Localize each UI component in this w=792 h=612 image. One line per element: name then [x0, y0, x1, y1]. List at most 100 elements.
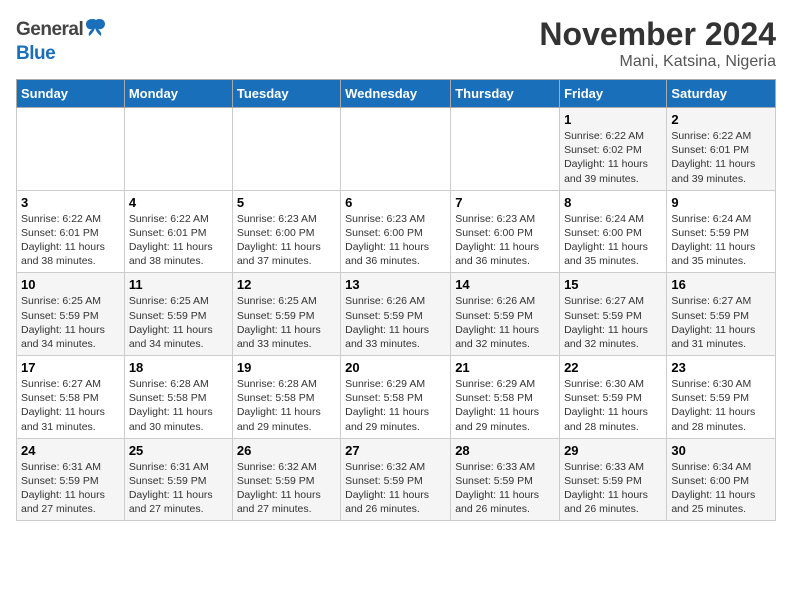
- table-row: 7 Sunrise: 6:23 AMSunset: 6:00 PMDaylight…: [451, 190, 560, 273]
- table-row: 18Sunrise: 6:28 AMSunset: 5:58 PMDayligh…: [124, 356, 232, 439]
- day-info: Sunrise: 6:23 AMSunset: 6:00 PMDaylight:…: [237, 212, 336, 269]
- day-info: Sunrise: 6:27 AMSunset: 5:58 PMDaylight:…: [21, 377, 120, 434]
- day-info: Sunrise: 6:29 AMSunset: 5:58 PMDaylight:…: [455, 377, 555, 434]
- table-row: 28 Sunrise: 6:33 AMSunset: 5:59 PMDayligh…: [451, 438, 560, 521]
- day-info: Sunrise: 6:26 AMSunset: 5:59 PMDaylight:…: [455, 294, 555, 351]
- table-row: [451, 108, 560, 191]
- day-info: Sunrise: 6:23 AMSunset: 6:00 PMDaylight:…: [345, 212, 446, 269]
- table-row: 5 Sunrise: 6:23 AMSunset: 6:00 PMDaylight…: [232, 190, 340, 273]
- calendar-week-row: 1Sunrise: 6:22 AMSunset: 6:02 PMDaylight…: [17, 108, 776, 191]
- header-sunday: Sunday: [17, 80, 125, 108]
- calendar-week-row: 24 Sunrise: 6:31 AMSunset: 5:59 PMDayligh…: [17, 438, 776, 521]
- table-row: [232, 108, 340, 191]
- day-number: 23: [671, 360, 771, 375]
- page-header: General Blue November 2024 Mani, Katsina…: [16, 16, 776, 71]
- table-row: 17 Sunrise: 6:27 AMSunset: 5:58 PMDayligh…: [17, 356, 125, 439]
- table-row: 27 Sunrise: 6:32 AMSunset: 5:59 PMDayligh…: [341, 438, 451, 521]
- day-number: 24: [21, 443, 120, 458]
- day-info: Sunrise: 6:26 AMSunset: 5:59 PMDaylight:…: [345, 294, 446, 351]
- day-number: 5: [237, 195, 336, 210]
- day-number: 13: [345, 277, 446, 292]
- day-number: 30: [671, 443, 771, 458]
- day-number: 2: [671, 112, 771, 127]
- logo-general: General: [16, 19, 83, 41]
- day-info: Sunrise: 6:30 AMSunset: 5:59 PMDaylight:…: [564, 377, 662, 434]
- calendar-week-row: 17 Sunrise: 6:27 AMSunset: 5:58 PMDayligh…: [17, 356, 776, 439]
- logo: General Blue: [16, 16, 107, 65]
- day-info: Sunrise: 6:25 AMSunset: 5:59 PMDaylight:…: [21, 294, 120, 351]
- day-info: Sunrise: 6:22 AMSunset: 6:01 PMDaylight:…: [129, 212, 228, 269]
- day-number: 20: [345, 360, 446, 375]
- day-number: 21: [455, 360, 555, 375]
- month-title: November 2024: [539, 16, 776, 53]
- calendar-week-row: 3 Sunrise: 6:22 AMSunset: 6:01 PMDaylight…: [17, 190, 776, 273]
- table-row: 16Sunrise: 6:27 AMSunset: 5:59 PMDayligh…: [667, 273, 776, 356]
- table-row: 8 Sunrise: 6:24 AMSunset: 6:00 PMDaylight…: [560, 190, 667, 273]
- day-info: Sunrise: 6:23 AMSunset: 6:00 PMDaylight:…: [455, 212, 555, 269]
- calendar-week-row: 10 Sunrise: 6:25 AMSunset: 5:59 PMDayligh…: [17, 273, 776, 356]
- day-info: Sunrise: 6:29 AMSunset: 5:58 PMDaylight:…: [345, 377, 446, 434]
- day-number: 14: [455, 277, 555, 292]
- table-row: 24 Sunrise: 6:31 AMSunset: 5:59 PMDayligh…: [17, 438, 125, 521]
- table-row: 26Sunrise: 6:32 AMSunset: 5:59 PMDayligh…: [232, 438, 340, 521]
- day-info: Sunrise: 6:33 AMSunset: 5:59 PMDaylight:…: [564, 460, 662, 517]
- day-number: 18: [129, 360, 228, 375]
- day-number: 8: [564, 195, 662, 210]
- table-row: 9Sunrise: 6:24 AMSunset: 5:59 PMDaylight…: [667, 190, 776, 273]
- day-info: Sunrise: 6:32 AMSunset: 5:59 PMDaylight:…: [345, 460, 446, 517]
- day-info: Sunrise: 6:24 AMSunset: 5:59 PMDaylight:…: [671, 212, 771, 269]
- table-row: 25Sunrise: 6:31 AMSunset: 5:59 PMDayligh…: [124, 438, 232, 521]
- table-row: 2 Sunrise: 6:22 AMSunset: 6:01 PMDaylight…: [667, 108, 776, 191]
- table-row: 1Sunrise: 6:22 AMSunset: 6:02 PMDaylight…: [560, 108, 667, 191]
- title-section: November 2024 Mani, Katsina, Nigeria: [539, 16, 776, 71]
- day-info: Sunrise: 6:24 AMSunset: 6:00 PMDaylight:…: [564, 212, 662, 269]
- table-row: 21 Sunrise: 6:29 AMSunset: 5:58 PMDayligh…: [451, 356, 560, 439]
- day-number: 19: [237, 360, 336, 375]
- day-info: Sunrise: 6:27 AMSunset: 5:59 PMDaylight:…: [564, 294, 662, 351]
- table-row: 23 Sunrise: 6:30 AMSunset: 5:59 PMDayligh…: [667, 356, 776, 439]
- day-info: Sunrise: 6:31 AMSunset: 5:59 PMDaylight:…: [129, 460, 228, 517]
- table-row: 3 Sunrise: 6:22 AMSunset: 6:01 PMDaylight…: [17, 190, 125, 273]
- table-row: 11 Sunrise: 6:25 AMSunset: 5:59 PMDayligh…: [124, 273, 232, 356]
- day-number: 17: [21, 360, 120, 375]
- header-monday: Monday: [124, 80, 232, 108]
- table-row: 6 Sunrise: 6:23 AMSunset: 6:00 PMDaylight…: [341, 190, 451, 273]
- day-number: 1: [564, 112, 662, 127]
- table-row: [341, 108, 451, 191]
- day-number: 10: [21, 277, 120, 292]
- table-row: 15Sunrise: 6:27 AMSunset: 5:59 PMDayligh…: [560, 273, 667, 356]
- table-row: [124, 108, 232, 191]
- day-number: 28: [455, 443, 555, 458]
- day-info: Sunrise: 6:25 AMSunset: 5:59 PMDaylight:…: [129, 294, 228, 351]
- day-number: 3: [21, 195, 120, 210]
- table-row: [17, 108, 125, 191]
- header-saturday: Saturday: [667, 80, 776, 108]
- table-row: 19Sunrise: 6:28 AMSunset: 5:58 PMDayligh…: [232, 356, 340, 439]
- day-info: Sunrise: 6:31 AMSunset: 5:59 PMDaylight:…: [21, 460, 120, 517]
- day-number: 11: [129, 277, 228, 292]
- day-info: Sunrise: 6:25 AMSunset: 5:59 PMDaylight:…: [237, 294, 336, 351]
- table-row: 4 Sunrise: 6:22 AMSunset: 6:01 PMDaylight…: [124, 190, 232, 273]
- day-info: Sunrise: 6:30 AMSunset: 5:59 PMDaylight:…: [671, 377, 771, 434]
- calendar-table: Sunday Monday Tuesday Wednesday Thursday…: [16, 79, 776, 521]
- day-info: Sunrise: 6:22 AMSunset: 6:01 PMDaylight:…: [671, 129, 771, 186]
- header-tuesday: Tuesday: [232, 80, 340, 108]
- table-row: 29Sunrise: 6:33 AMSunset: 5:59 PMDayligh…: [560, 438, 667, 521]
- day-number: 6: [345, 195, 446, 210]
- day-number: 27: [345, 443, 446, 458]
- table-row: 13 Sunrise: 6:26 AMSunset: 5:59 PMDayligh…: [341, 273, 451, 356]
- day-info: Sunrise: 6:22 AMSunset: 6:01 PMDaylight:…: [21, 212, 120, 269]
- table-row: 14 Sunrise: 6:26 AMSunset: 5:59 PMDayligh…: [451, 273, 560, 356]
- header-friday: Friday: [560, 80, 667, 108]
- day-info: Sunrise: 6:34 AMSunset: 6:00 PMDaylight:…: [671, 460, 771, 517]
- day-info: Sunrise: 6:33 AMSunset: 5:59 PMDaylight:…: [455, 460, 555, 517]
- logo-blue: Blue: [16, 43, 55, 64]
- header-wednesday: Wednesday: [341, 80, 451, 108]
- table-row: 22Sunrise: 6:30 AMSunset: 5:59 PMDayligh…: [560, 356, 667, 439]
- day-number: 4: [129, 195, 228, 210]
- table-row: 20 Sunrise: 6:29 AMSunset: 5:58 PMDayligh…: [341, 356, 451, 439]
- day-info: Sunrise: 6:32 AMSunset: 5:59 PMDaylight:…: [237, 460, 336, 517]
- location-title: Mani, Katsina, Nigeria: [539, 53, 776, 71]
- day-number: 7: [455, 195, 555, 210]
- table-row: 30 Sunrise: 6:34 AMSunset: 6:00 PMDayligh…: [667, 438, 776, 521]
